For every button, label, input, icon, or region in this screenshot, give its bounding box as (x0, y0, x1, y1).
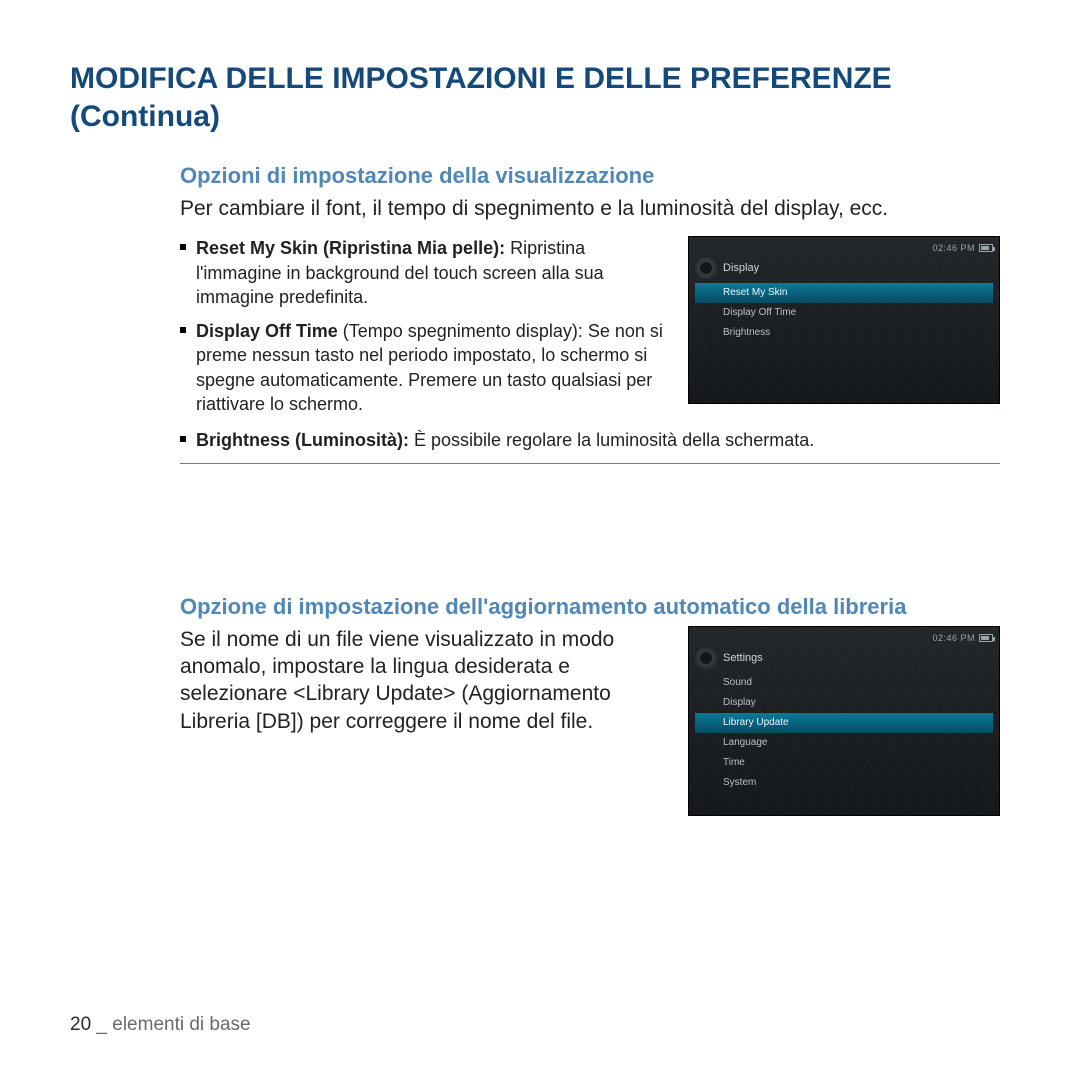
menu-item-reset-my-skin[interactable]: Reset My Skin (695, 283, 993, 303)
device-screenshot-display: 02:46 PM Display Reset My Skin Display O… (688, 236, 1000, 404)
device-screenshot-settings: 02:46 PM Settings Sound Display Library … (688, 626, 1000, 816)
page-number: 20 (70, 1014, 91, 1035)
device-time: 02:46 PM (932, 633, 975, 643)
section-display-options: Opzioni di impostazione della visualizza… (180, 163, 1000, 464)
device-header-label: Settings (723, 652, 763, 664)
menu-item-sound[interactable]: Sound (695, 673, 993, 693)
bullet-label: Reset My Skin (Ripristina Mia pelle): (196, 238, 510, 258)
device-statusbar: 02:46 PM (695, 633, 993, 643)
menu-item-language[interactable]: Language (695, 733, 993, 753)
bullet-reset-my-skin: Reset My Skin (Ripristina Mia pelle): Ri… (180, 236, 670, 309)
device-header: Settings (695, 647, 993, 669)
bullet-label: Display Off Time (196, 321, 343, 341)
device-statusbar: 02:46 PM (695, 243, 993, 253)
menu-item-library-update[interactable]: Library Update (695, 713, 993, 733)
gear-icon (695, 257, 717, 279)
menu-item-display[interactable]: Display (695, 693, 993, 713)
menu-item-display-off-time[interactable]: Display Off Time (695, 303, 993, 323)
subheading-display: Opzioni di impostazione della visualizza… (180, 163, 1000, 189)
subheading-library: Opzione di impostazione dell'aggiornamen… (180, 594, 1000, 620)
page-footer: 20 _ elementi di base (70, 1014, 251, 1036)
battery-icon (979, 634, 993, 642)
menu-item-time[interactable]: Time (695, 753, 993, 773)
menu-item-system[interactable]: System (695, 773, 993, 793)
menu-item-brightness[interactable]: Brightness (695, 323, 993, 343)
gear-icon (695, 647, 717, 669)
page-title: MODIFICA DELLE IMPOSTAZIONI E DELLE PREF… (70, 60, 1010, 135)
bullet-text: È possibile regolare la luminosità della… (414, 430, 814, 450)
device-header: Display (695, 257, 993, 279)
section-divider (180, 463, 1000, 464)
bullet-brightness: Brightness (Luminosità): È possibile reg… (180, 428, 1000, 452)
battery-icon (979, 244, 993, 252)
section-library-update: Opzione di impostazione dell'aggiornamen… (180, 594, 1000, 816)
bullet-display-off-time: Display Off Time (Tempo spegnimento disp… (180, 319, 670, 416)
device-time: 02:46 PM (932, 243, 975, 253)
bullet-label: Brightness (Luminosità): (196, 430, 414, 450)
footer-sep: _ (91, 1014, 112, 1035)
body-library: Se il nome di un file viene visualizzato… (180, 626, 670, 735)
intro-display: Per cambiare il font, il tempo di spegni… (180, 195, 1000, 222)
device-header-label: Display (723, 262, 759, 274)
footer-section: elementi di base (112, 1014, 250, 1035)
